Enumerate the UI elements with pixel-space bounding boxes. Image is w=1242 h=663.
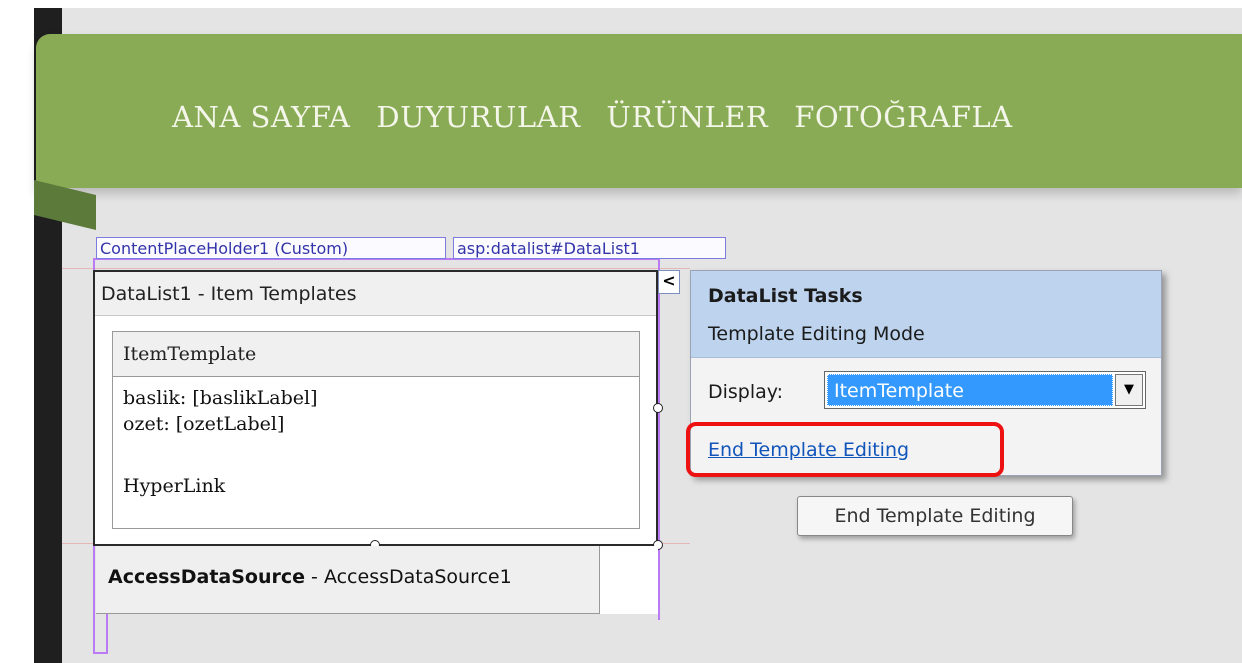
site-nav: ANA SAYFA DUYURULAR ÜRÜNLER FOTOĞRAFLA (172, 100, 1039, 150)
smart-tag-chevron-button[interactable]: < (658, 270, 680, 294)
content-placeholder-tag[interactable]: ContentPlaceHolder1 (Custom) (96, 237, 446, 259)
nav-item-urunler[interactable]: ÜRÜNLER (606, 100, 768, 134)
nav-item-duyurular[interactable]: DUYURULAR (376, 100, 580, 134)
datasource-spacer (600, 546, 658, 614)
tasks-title: DataList Tasks (708, 285, 863, 307)
display-label: Display: (708, 381, 784, 403)
item-template-header: ItemTemplate (113, 332, 639, 377)
nav-item-fotograflar[interactable]: FOTOĞRAFLA (794, 100, 1012, 134)
display-selected-value[interactable]: ItemTemplate (827, 374, 1113, 406)
left-border (0, 0, 34, 663)
tasks-subtitle: Template Editing Mode (708, 323, 925, 345)
display-dropdown[interactable]: ItemTemplate ▼ (824, 371, 1146, 409)
datasource-id: - AccessDataSource1 (305, 566, 512, 588)
top-border (0, 0, 1242, 8)
ozet-label[interactable]: ozet: [ozetLabel] (123, 411, 629, 437)
placeholder-frame-tail (93, 614, 108, 654)
item-template-box[interactable]: ItemTemplate baslik: [baslikLabel] ozet:… (112, 331, 640, 529)
highlight-annotation (686, 422, 1004, 477)
access-datasource-control[interactable]: AccessDataSource - AccessDataSource1 (96, 546, 600, 614)
item-template-body[interactable]: baslik: [baslikLabel] ozet: [ozetLabel] … (113, 377, 639, 507)
baslik-label[interactable]: baslik: [baslikLabel] (123, 385, 629, 411)
resize-handle[interactable] (653, 403, 663, 413)
hyperlink[interactable]: HyperLink (123, 473, 629, 499)
chevron-down-icon[interactable]: ▼ (1115, 374, 1143, 406)
datalist-tag[interactable]: asp:datalist#DataList1 (453, 237, 726, 259)
datasource-type: AccessDataSource (108, 566, 306, 588)
datalist-header: DataList1 - Item Templates (95, 272, 656, 316)
nav-item-ana-sayfa[interactable]: ANA SAYFA (172, 100, 350, 134)
datalist-designer[interactable]: DataList1 - Item Templates ItemTemplate … (93, 270, 658, 546)
tooltip: End Template Editing (797, 496, 1073, 536)
tasks-panel-header: DataList Tasks Template Editing Mode (691, 271, 1161, 358)
